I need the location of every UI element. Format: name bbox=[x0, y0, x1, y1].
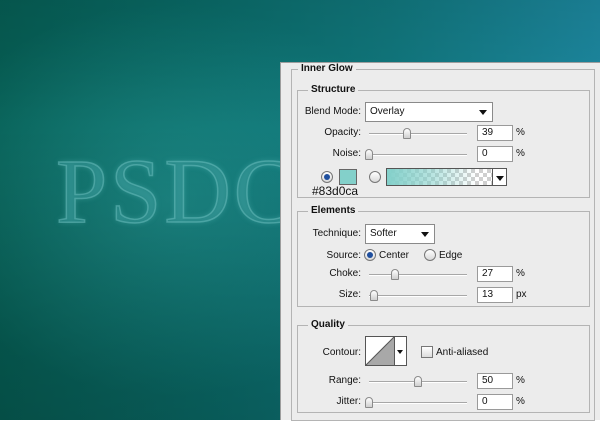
technique-value: Softer bbox=[370, 228, 397, 239]
choke-label: Choke: bbox=[329, 268, 361, 279]
contour-label: Contour: bbox=[322, 347, 361, 358]
blend-mode-label: Blend Mode: bbox=[304, 106, 361, 117]
noise-slider-thumb[interactable] bbox=[365, 149, 373, 160]
chevron-down-icon bbox=[421, 232, 429, 237]
range-label: Range: bbox=[328, 375, 361, 386]
gradient-picker[interactable] bbox=[386, 168, 507, 186]
blend-mode-value: Overlay bbox=[370, 106, 405, 117]
inner-glow-panel: Inner Glow Structure Blend Mode: Overlay… bbox=[280, 62, 600, 421]
choke-slider-thumb[interactable] bbox=[391, 269, 400, 280]
choke-input[interactable]: 27 bbox=[477, 266, 513, 282]
opacity-label: Opacity: bbox=[324, 127, 361, 138]
range-slider-thumb[interactable] bbox=[414, 376, 422, 387]
structure-title: Structure bbox=[308, 84, 359, 96]
gradient-radio[interactable] bbox=[369, 171, 381, 183]
size-input[interactable]: 13 bbox=[477, 287, 513, 303]
elements-title: Elements bbox=[308, 205, 359, 217]
jitter-label: Jitter: bbox=[336, 396, 361, 407]
source-center-label[interactable]: Center bbox=[379, 250, 409, 262]
chevron-down-icon[interactable] bbox=[492, 169, 506, 185]
solid-color-radio[interactable] bbox=[321, 171, 333, 183]
chevron-down-icon bbox=[479, 110, 487, 115]
anti-aliased-label[interactable]: Anti-aliased bbox=[436, 347, 488, 359]
range-unit: % bbox=[516, 375, 525, 386]
noise-unit: % bbox=[516, 148, 525, 159]
jitter-slider-thumb[interactable] bbox=[365, 397, 373, 408]
jitter-input[interactable]: 0 bbox=[477, 394, 513, 410]
noise-label: Noise: bbox=[332, 148, 361, 159]
quality-title: Quality bbox=[308, 319, 348, 331]
contour-dropdown-button[interactable] bbox=[395, 336, 407, 366]
range-slider[interactable] bbox=[369, 376, 467, 387]
opacity-slider[interactable] bbox=[369, 128, 467, 139]
technique-label: Technique: bbox=[312, 228, 361, 239]
anti-aliased-checkbox[interactable] bbox=[421, 346, 433, 358]
blend-mode-select[interactable]: Overlay bbox=[365, 102, 493, 122]
choke-slider[interactable] bbox=[369, 269, 467, 280]
size-slider-thumb[interactable] bbox=[370, 290, 379, 301]
noise-input[interactable]: 0 bbox=[477, 146, 513, 162]
jitter-unit: % bbox=[516, 396, 525, 407]
source-edge-radio[interactable] bbox=[424, 249, 436, 261]
opacity-slider-thumb[interactable] bbox=[403, 128, 412, 139]
contour-picker[interactable] bbox=[365, 336, 395, 366]
size-label: Size: bbox=[338, 289, 361, 300]
glow-color-swatch[interactable] bbox=[339, 169, 357, 185]
contour-linear-icon bbox=[366, 337, 394, 365]
glow-color-hex: #83d0ca bbox=[312, 184, 359, 198]
source-center-radio[interactable] bbox=[364, 249, 376, 261]
inner-glow-title: Inner Glow bbox=[298, 63, 356, 75]
size-unit: px bbox=[516, 289, 527, 300]
source-edge-label[interactable]: Edge bbox=[439, 250, 462, 262]
choke-unit: % bbox=[516, 268, 525, 279]
technique-select[interactable]: Softer bbox=[365, 224, 435, 244]
noise-slider[interactable] bbox=[365, 149, 467, 160]
size-slider[interactable] bbox=[369, 290, 467, 301]
opacity-unit: % bbox=[516, 127, 525, 138]
opacity-input[interactable]: 39 bbox=[477, 125, 513, 141]
canvas-glow-text: PSDC bbox=[55, 140, 299, 242]
source-label: Source: bbox=[326, 250, 361, 261]
jitter-slider[interactable] bbox=[365, 397, 467, 408]
gradient-fill bbox=[387, 169, 492, 185]
range-input[interactable]: 50 bbox=[477, 373, 513, 389]
